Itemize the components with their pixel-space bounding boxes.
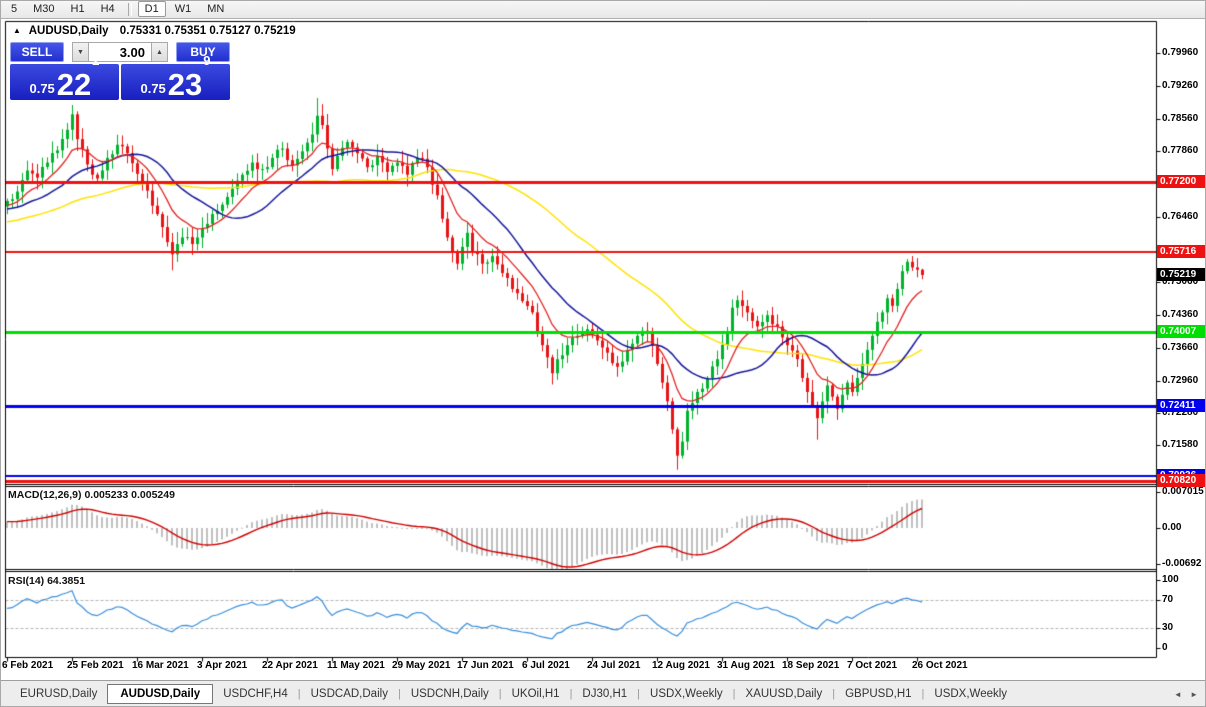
chart-tab-dj30-h1[interactable]: DJ30,H1 — [572, 684, 637, 704]
bid-price-sup: 2 — [92, 53, 100, 68]
bid-price[interactable]: 0.75 22 2 — [10, 53, 119, 102]
chart-tab-usdx-weekly[interactable]: USDX,Weekly — [640, 684, 733, 704]
chart-tab-usdcnh-daily[interactable]: USDCNH,Daily — [401, 684, 499, 704]
ask-price-prefix: 0.75 — [140, 81, 166, 96]
timeframe-button-h4[interactable]: H4 — [94, 1, 122, 17]
lot-size-spinner: ▼ ▲ — [72, 42, 168, 62]
bid-price-big: 22 — [56, 67, 92, 102]
tab-navigation: ◄ ► — [1168, 690, 1198, 699]
bid-price-prefix: 0.75 — [29, 81, 55, 96]
chart-canvas[interactable] — [0, 0, 1206, 707]
ask-price-sup: 9 — [203, 53, 211, 68]
ask-price-big: 23 — [167, 67, 203, 102]
ask-price[interactable]: 0.75 23 9 — [121, 53, 230, 102]
timeframe-button-h1[interactable]: H1 — [64, 1, 92, 17]
tab-scroll-right-icon[interactable]: ► — [1190, 690, 1198, 699]
chart-tab-audusd-daily[interactable]: AUDUSD,Daily — [107, 684, 214, 704]
chart-tab-usdcad-daily[interactable]: USDCAD,Daily — [301, 684, 398, 704]
chart-tab-eurusd-daily[interactable]: EURUSD,Daily — [10, 684, 107, 704]
chart-tab-ukoil-h1[interactable]: UKOil,H1 — [502, 684, 570, 704]
collapse-panel-icon[interactable]: ▲ — [13, 26, 21, 35]
chart-tab-usdchf-h4[interactable]: USDCHF,H4 — [213, 684, 298, 704]
timeframe-button-mn[interactable]: MN — [200, 1, 231, 17]
timeframe-button-d1[interactable]: D1 — [137, 1, 166, 17]
timeframe-buttons: 5 M30 H1 H4 D1 W1 MN — [3, 1, 232, 17]
chart-tab-gbpusd-h1[interactable]: GBPUSD,H1 — [835, 684, 921, 704]
one-click-trading-panel: SELL ▼ ▲ BUY 0.75222 0.75239 — [10, 42, 230, 102]
toolbar-separator — [127, 2, 132, 16]
sell-button[interactable]: SELL — [10, 42, 64, 62]
timeframe-button-m30[interactable]: M30 — [26, 1, 61, 17]
chart-symbol-label: AUDUSD,Daily — [28, 25, 109, 37]
lot-decrease-button[interactable]: ▼ — [72, 42, 89, 62]
timeframe-button-w1[interactable]: W1 — [168, 1, 199, 17]
chart-tab-usdx-weekly[interactable]: USDX,Weekly — [924, 684, 1017, 704]
timeframe-toolbar: 5 M30 H1 H4 D1 W1 MN — [0, 0, 1206, 19]
chart-ohlc-values: 0.75331 0.75351 0.75127 0.75219 — [119, 25, 296, 37]
chart-tab-xauusd-daily[interactable]: XAUUSD,Daily — [736, 684, 833, 704]
tab-scroll-left-icon[interactable]: ◄ — [1174, 690, 1182, 699]
chart-tabs-bar: EURUSD,Daily AUDUSD,Daily USDCHF,H4 | USDCAD… — [0, 680, 1206, 707]
chart-title: ▲ AUDUSD,Daily 0.75331 0.75351 0.75127 0… — [13, 25, 296, 37]
lot-increase-button[interactable]: ▲ — [151, 42, 168, 62]
timeframe-button-5[interactable]: 5 — [4, 1, 24, 17]
chart-tabs: EURUSD,Daily AUDUSD,Daily USDCHF,H4 | USDCAD… — [10, 684, 1017, 704]
